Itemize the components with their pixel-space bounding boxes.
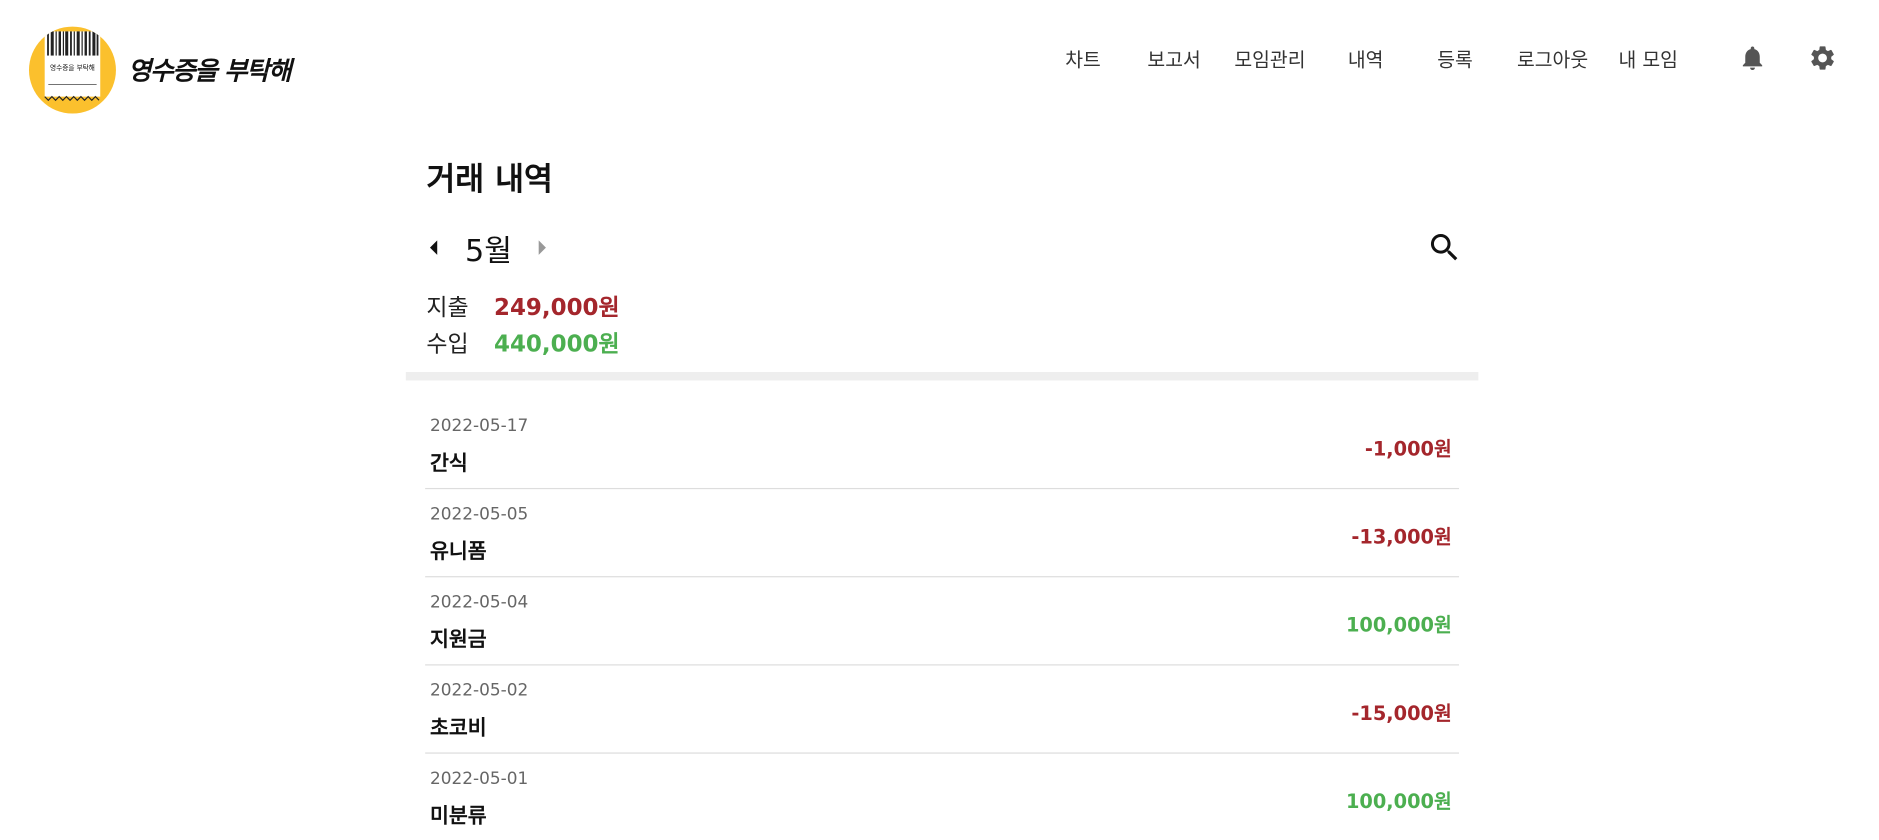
transaction-row[interactable]: 2022-05-02 초코비 -15,000원 [425,665,1460,754]
nav-item-group-manage[interactable]: 모임관리 [1234,43,1305,72]
nav-item-report[interactable]: 보고서 [1147,43,1200,72]
expense-label: 지출 [426,294,469,322]
caret-right-icon [538,240,546,255]
transaction-name: 지원금 [429,628,487,653]
nav-item-logout[interactable]: 로그아웃 [1517,43,1588,72]
search-button[interactable] [1426,229,1462,265]
transaction-name: 초코비 [429,716,487,741]
nav-item-my-group[interactable]: 내 모임 [1618,43,1677,72]
transaction-amount: 100,000원 [1345,613,1452,637]
transaction-row[interactable]: 2022-05-01 미분류 100,000원 [425,754,1459,840]
nav-item-register[interactable]: 등록 [1437,43,1473,72]
transaction-row[interactable]: 2022-05-04 지원금 100,000원 [425,577,1460,666]
transaction-date: 2022-05-04 [429,593,529,613]
income-label: 수입 [426,330,469,358]
transaction-amount: 100,000원 [1345,789,1452,813]
transaction-name: 간식 [429,451,468,476]
current-month: 5월 [465,233,512,269]
transaction-date: 2022-05-05 [429,504,529,525]
transaction-date: 2022-05-01 [429,769,529,789]
expense-total: 249,000원 [493,294,620,322]
transaction-date: 2022-05-02 [429,681,529,701]
month-selector: 5월 [426,227,1462,268]
prev-month-button[interactable] [426,238,440,257]
income-total: 440,000원 [493,330,620,358]
next-month-button[interactable] [535,238,549,257]
transaction-list: 2022-05-17 간식 -1,000원 2022-05-05 유니폼 -13… [425,401,1460,840]
bell-icon[interactable] [1738,43,1767,72]
transaction-row[interactable]: 2022-05-17 간식 -1,000원 [425,401,1460,490]
transaction-name: 유니폼 [429,539,487,565]
transaction-name: 미분류 [429,804,487,829]
income-summary: 수입 440,000원 [426,326,619,359]
transaction-amount: -13,000원 [1351,525,1452,549]
transaction-date: 2022-05-17 [429,416,529,437]
main-nav: 차트 보고서 모임관리 내역 등록 로그아웃 내 모임 [0,43,1878,72]
caret-left-icon [429,240,438,255]
nav-item-chart[interactable]: 차트 [1065,43,1101,72]
expense-summary: 지출 249,000원 [426,290,619,323]
transaction-amount: -15,000원 [1351,701,1452,725]
gear-icon[interactable] [1808,43,1837,72]
transaction-amount: -1,000원 [1364,437,1452,461]
page: 영수증을 부탁해 영수증을 부탁해 차트 보고서 모임관리 내역 등록 로그아웃… [0,0,1878,839]
top-header: 영수증을 부탁해 영수증을 부탁해 차트 보고서 모임관리 내역 등록 로그아웃… [0,0,1878,133]
search-icon [1430,234,1458,261]
section-divider [405,372,1479,381]
nav-item-history[interactable]: 내역 [1348,43,1384,72]
page-title: 거래 내역 [426,161,553,199]
transaction-row[interactable]: 2022-05-05 유니폼 -13,000원 [425,489,1460,578]
